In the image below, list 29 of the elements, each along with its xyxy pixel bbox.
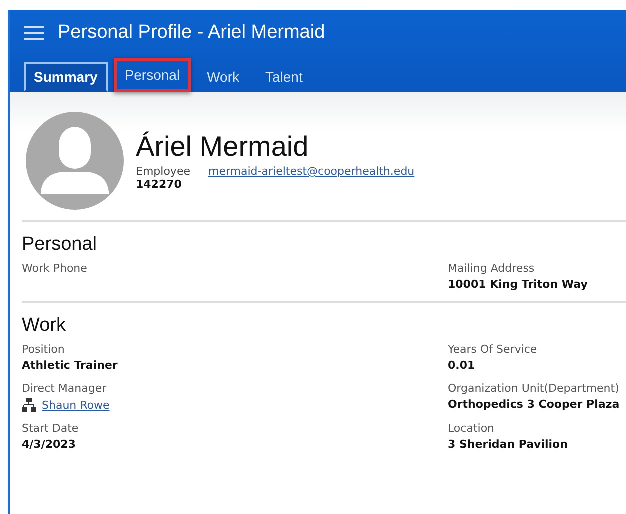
field-label: Direct Manager	[22, 382, 108, 395]
field-label: Years Of Service	[448, 343, 538, 356]
field-value: Orthopedics 3 Cooper Plaza	[448, 398, 621, 411]
employee-id: 142270	[136, 178, 183, 191]
tab[interactable]: Talent	[256, 62, 313, 92]
avatar-icon	[26, 112, 124, 210]
menu-icon[interactable]	[24, 26, 44, 40]
field-label: Organization Unit(Department)	[448, 382, 620, 395]
field-label: Location	[448, 422, 496, 435]
tab[interactable]: Summary	[24, 62, 108, 92]
field-value: 0.01	[448, 359, 476, 372]
profile-name: Áriel Mermaid	[136, 131, 310, 163]
field-label: Mailing Address	[448, 262, 536, 275]
field-label: Work Phone	[22, 262, 88, 275]
field-value: Athletic Trainer	[22, 359, 119, 372]
field-value: 3 Sheridan Pavilion	[448, 438, 569, 451]
org-chart-icon	[22, 398, 36, 412]
manager-link[interactable]: Shaun Rowe	[42, 398, 110, 412]
field-value: 4/3/2023	[22, 438, 77, 451]
section-heading: Work	[22, 315, 67, 337]
tab[interactable]: Work	[197, 62, 250, 92]
section-heading: Personal	[22, 234, 98, 256]
field-label: Position	[22, 343, 66, 356]
employee-type: Employee	[136, 165, 190, 178]
window-title: Personal Profile - Ariel Mermaid	[58, 22, 326, 44]
field-label: Start Date	[22, 422, 80, 435]
email-link[interactable]: mermaid-arieltest@cooperhealth.edu	[208, 165, 415, 178]
field-value: 10001 King Triton Way	[448, 278, 589, 291]
tab[interactable]: Personal	[114, 58, 192, 92]
